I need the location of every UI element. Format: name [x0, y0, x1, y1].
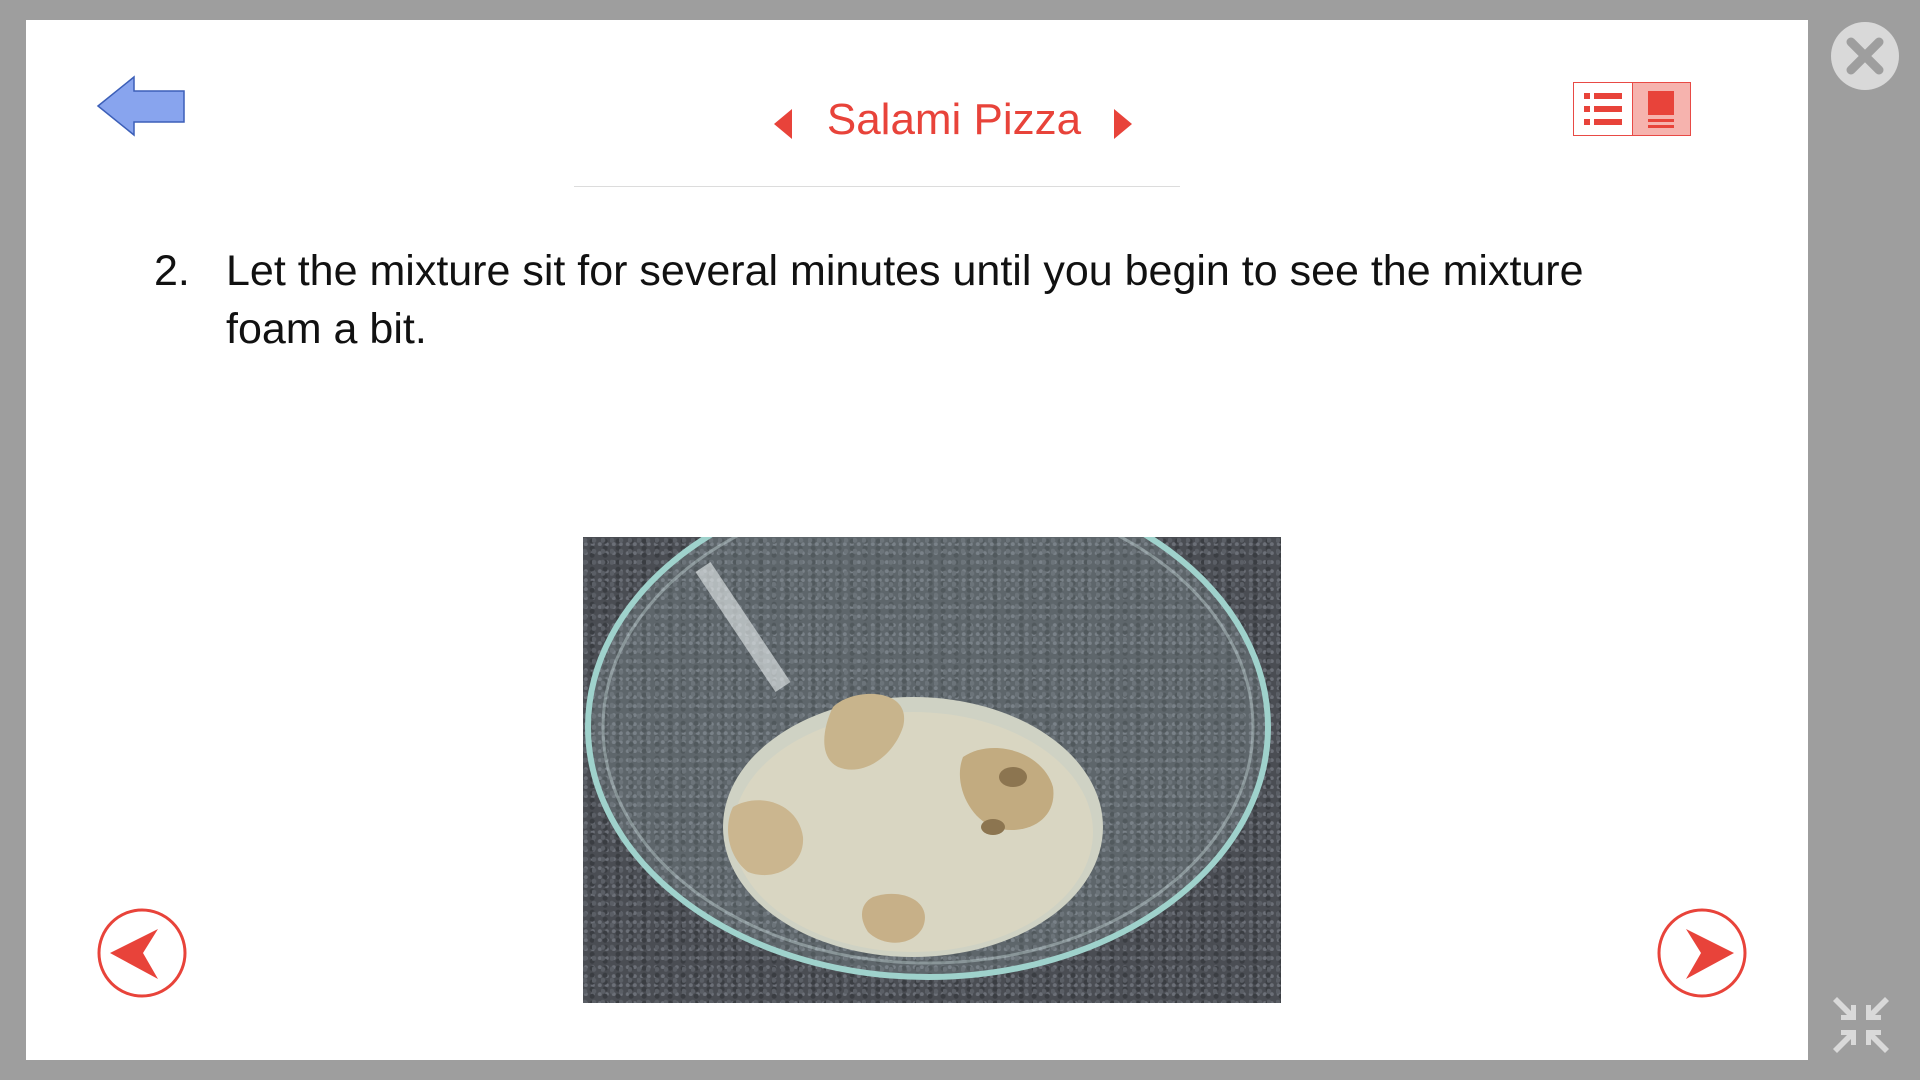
collapse-button[interactable] [1831, 995, 1891, 1055]
recipe-title: Salami Pizza [826, 95, 1082, 144]
list-view-button[interactable] [1574, 83, 1632, 135]
instruction-step: 2. Let the mixture sit for several minut… [154, 242, 1714, 358]
step-photo [583, 537, 1281, 1003]
circle-arrow-right-icon [1657, 908, 1747, 998]
collapse-icon [1833, 997, 1889, 1053]
card-view-button[interactable] [1631, 83, 1690, 135]
next-step-button[interactable] [1656, 907, 1748, 999]
title-bar: Salami Pizza [574, 76, 1180, 188]
title-divider [574, 186, 1180, 187]
triangle-right-icon [1114, 109, 1132, 139]
yeast-bowl-image [585, 537, 1271, 980]
back-button[interactable] [96, 75, 186, 137]
step-text: Let the mixture sit for several minutes … [226, 247, 1584, 353]
step-number: 2. [154, 247, 190, 295]
next-recipe-button[interactable] [1110, 106, 1136, 142]
previous-step-button[interactable] [96, 907, 188, 999]
close-icon [1831, 22, 1899, 90]
back-arrow-icon [96, 75, 185, 137]
list-view-icon [1583, 93, 1622, 125]
card-view-icon [1648, 91, 1675, 128]
circle-arrow-left-icon [97, 908, 187, 998]
triangle-left-icon [774, 109, 792, 139]
view-toggle [1573, 82, 1691, 136]
previous-recipe-button[interactable] [770, 106, 796, 142]
close-button[interactable] [1829, 20, 1901, 92]
slide-panel: Salami Pizza 2. Let the mixture sit for … [26, 20, 1808, 1060]
